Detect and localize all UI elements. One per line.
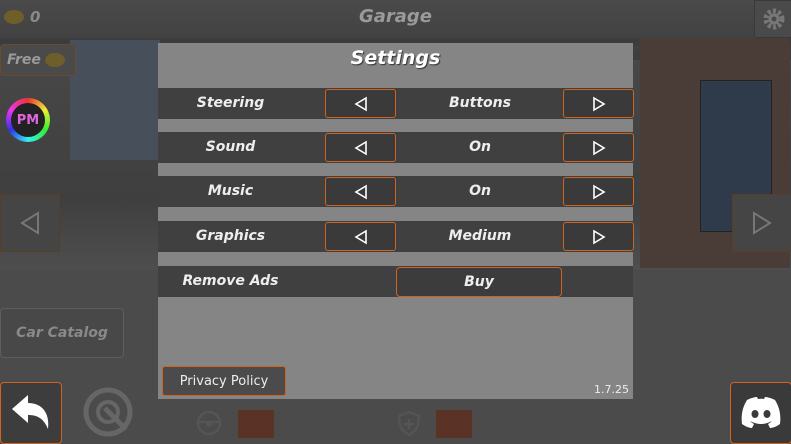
armor-upgrade-slot[interactable]: [436, 410, 472, 438]
settings-title: Settings: [350, 47, 441, 69]
triangle-left-icon: [353, 229, 367, 244]
setting-row-steering: Steering Buttons: [158, 88, 634, 119]
setting-label: Steering: [196, 95, 265, 111]
free-coins-button[interactable]: Free: [0, 44, 76, 76]
sound-prev-button[interactable]: [325, 133, 396, 162]
triangle-left-icon: [20, 211, 39, 235]
triangle-left-icon: [353, 140, 367, 155]
steering-prev-button[interactable]: [325, 89, 396, 118]
triangle-right-icon: [592, 229, 606, 244]
triangle-right-icon: [592, 184, 606, 199]
music-prev-button[interactable]: [325, 177, 396, 206]
pm-logo-text: PM: [11, 103, 45, 137]
back-arrow-icon: [12, 395, 49, 429]
steering-next-button[interactable]: [563, 89, 634, 118]
previous-car-button[interactable]: [0, 194, 60, 252]
buy-button[interactable]: Buy: [396, 267, 562, 297]
remove-ads-label: Remove Ads: [182, 273, 279, 289]
triangle-right-icon: [753, 211, 772, 235]
triangle-right-icon: [592, 96, 606, 111]
car-catalog-button[interactable]: Car Catalog: [0, 308, 124, 358]
setting-row-music: Music On: [158, 176, 634, 207]
shield-plus-icon: [397, 410, 421, 436]
setting-row-sound: Sound On: [158, 132, 634, 163]
coin-icon: [44, 53, 65, 67]
triangle-right-icon: [592, 140, 606, 155]
setting-label: Sound: [205, 139, 256, 155]
tuning-button[interactable]: [78, 382, 138, 442]
sound-next-button[interactable]: [563, 133, 634, 162]
music-next-button[interactable]: [563, 177, 634, 206]
steering-wheel-icon: [196, 410, 222, 436]
triangle-left-icon: [353, 184, 367, 199]
setting-row-graphics: Graphics Medium: [158, 221, 634, 252]
settings-button[interactable]: [754, 0, 791, 38]
setting-value: On: [469, 183, 491, 199]
pm-logo-button[interactable]: PM: [6, 98, 50, 142]
settings-dialog: Settings Steering Buttons Sound On Music…: [158, 43, 634, 399]
privacy-policy-button[interactable]: Privacy Policy: [162, 366, 286, 396]
gear-icon: [763, 8, 784, 30]
setting-value: Buttons: [449, 95, 511, 111]
page-title: Garage: [358, 6, 433, 27]
version-label: 1.7.25: [594, 383, 629, 396]
setting-value: Medium: [448, 228, 512, 244]
graphics-prev-button[interactable]: [325, 222, 396, 251]
setting-label: Graphics: [195, 228, 266, 244]
discord-button[interactable]: [730, 382, 791, 444]
steering-upgrade-slot[interactable]: [238, 410, 274, 438]
setting-row-remove-ads: Remove Ads Buy: [158, 266, 633, 297]
discord-icon: [741, 397, 781, 428]
setting-label: Music: [207, 183, 254, 199]
wheel-wrench-icon: [83, 387, 133, 437]
background-wall: [70, 40, 160, 160]
next-car-button[interactable]: [732, 194, 791, 252]
triangle-left-icon: [353, 96, 367, 111]
graphics-next-button[interactable]: [563, 222, 634, 251]
setting-value: On: [469, 139, 491, 155]
back-button[interactable]: [0, 382, 62, 444]
free-label: Free: [7, 52, 41, 68]
